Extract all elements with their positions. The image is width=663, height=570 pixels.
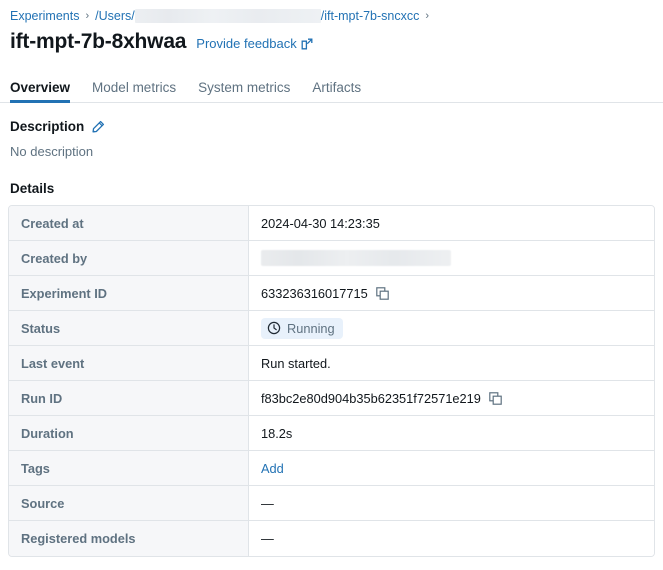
row-value-last-event: Run started.: [249, 346, 654, 380]
table-row: Tags Add: [9, 451, 654, 486]
table-row: Created at 2024-04-30 14:23:35: [9, 206, 654, 241]
pencil-icon[interactable]: [91, 120, 105, 134]
breadcrumb-item-path[interactable]: /Users/ /ift-mpt-7b-sncxcc: [95, 8, 419, 24]
description-body: No description: [10, 144, 94, 159]
redacted-value: [261, 250, 451, 266]
clock-icon: [267, 321, 281, 335]
page-title: ift-mpt-7b-8xhwaa: [10, 30, 187, 53]
row-label-run-id: Run ID: [9, 381, 249, 415]
row-value-source: —: [249, 486, 654, 520]
breadcrumb: Experiments › /Users/ /ift-mpt-7b-sncxcc…: [0, 0, 663, 24]
row-label-registered-models: Registered models: [9, 521, 249, 556]
row-label-created-at: Created at: [9, 206, 249, 240]
row-value-tags: Add: [249, 451, 654, 485]
row-value-experiment-id: 633236316017715: [249, 276, 654, 310]
row-value-run-id: f83bc2e80d904b35b62351f72571e219: [249, 381, 654, 415]
status-badge-label: Running: [287, 320, 335, 336]
add-tag-link[interactable]: Add: [261, 461, 284, 476]
description-section: Description No description: [0, 103, 663, 159]
copy-icon[interactable]: [375, 286, 389, 300]
row-value-created-by: [249, 241, 654, 275]
table-row: Run ID f83bc2e80d904b35b62351f72571e219: [9, 381, 654, 416]
run-id-text: f83bc2e80d904b35b62351f72571e219: [261, 390, 481, 406]
table-row: Source —: [9, 486, 654, 521]
row-label-duration: Duration: [9, 416, 249, 450]
row-value-registered-models: —: [249, 521, 654, 556]
details-table: Created at 2024-04-30 14:23:35 Created b…: [8, 205, 655, 557]
breadcrumb-separator-icon: ›: [85, 10, 90, 22]
tab-artifacts[interactable]: Artifacts: [312, 80, 361, 102]
breadcrumb-path-redacted: [134, 9, 321, 23]
experiment-id-text: 633236316017715: [261, 285, 368, 301]
row-label-source: Source: [9, 486, 249, 520]
breadcrumb-path-suffix: /ift-mpt-7b-sncxcc: [320, 9, 420, 23]
breadcrumb-item-experiments[interactable]: Experiments: [10, 8, 79, 24]
breadcrumb-separator-trailing-icon: ›: [425, 10, 430, 22]
row-label-created-by: Created by: [9, 241, 249, 275]
description-heading-row: Description: [10, 119, 653, 134]
details-heading: Details: [10, 181, 55, 196]
row-value-duration: 18.2s: [249, 416, 654, 450]
row-label-status: Status: [9, 311, 249, 345]
row-label-last-event: Last event: [9, 346, 249, 380]
table-row: Status Running: [9, 311, 654, 346]
copy-icon[interactable]: [489, 391, 502, 405]
experiment-run-page: Experiments › /Users/ /ift-mpt-7b-sncxcc…: [0, 0, 663, 570]
external-link-icon: [301, 38, 313, 50]
status-badge: Running: [261, 317, 343, 339]
provide-feedback-label: Provide feedback: [196, 36, 297, 51]
table-row: Duration 18.2s: [9, 416, 654, 451]
tab-model-metrics[interactable]: Model metrics: [92, 80, 176, 102]
tab-system-metrics[interactable]: System metrics: [198, 80, 290, 102]
row-label-experiment-id: Experiment ID: [9, 276, 249, 310]
table-row: Registered models —: [9, 521, 654, 556]
tab-bar: Overview Model metrics System metrics Ar…: [0, 75, 663, 103]
description-heading: Description: [10, 119, 85, 134]
provide-feedback-link[interactable]: Provide feedback: [196, 36, 313, 51]
title-row: ift-mpt-7b-8xhwaa Provide feedback: [0, 24, 663, 54]
table-row: Last event Run started.: [9, 346, 654, 381]
row-label-tags: Tags: [9, 451, 249, 485]
row-value-created-at: 2024-04-30 14:23:35: [249, 206, 654, 240]
breadcrumb-path-prefix: /Users/: [95, 9, 135, 23]
row-value-status: Running: [249, 311, 654, 345]
table-row: Created by: [9, 241, 654, 276]
tab-overview[interactable]: Overview: [10, 80, 71, 103]
table-row: Experiment ID 633236316017715: [9, 276, 654, 311]
